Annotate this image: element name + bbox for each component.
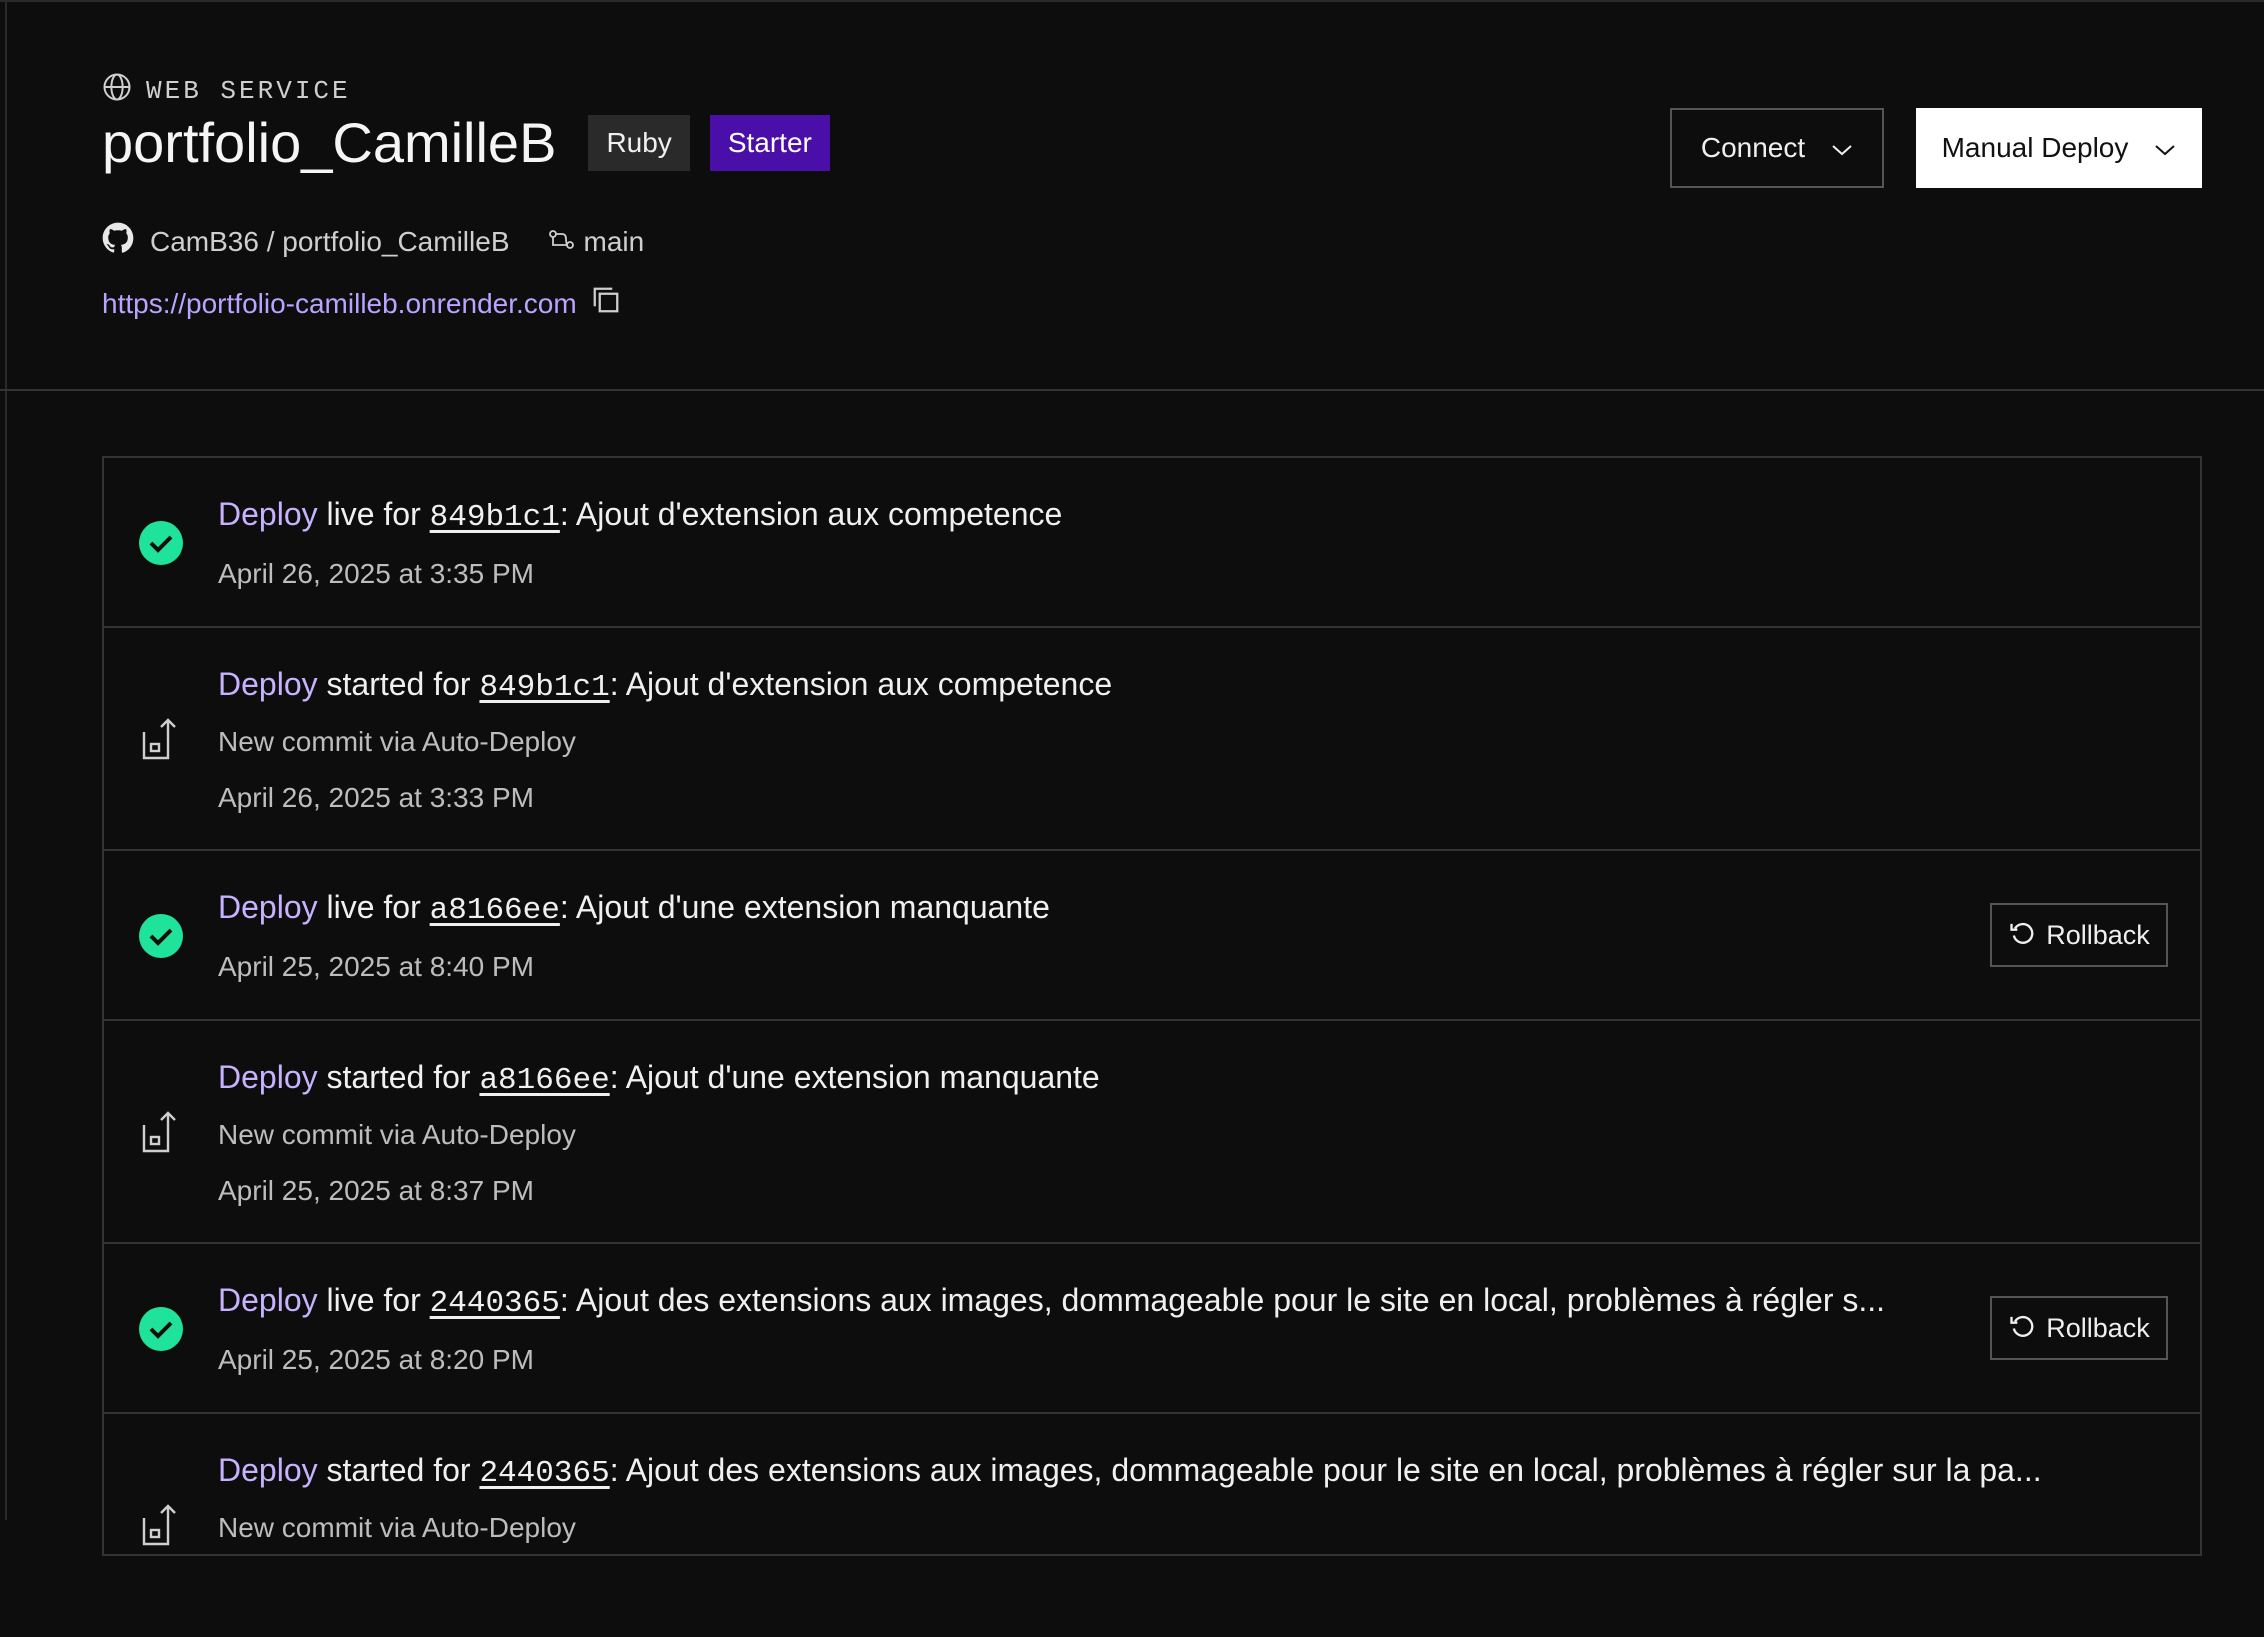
commit-link[interactable]: 2440365	[479, 1456, 609, 1491]
event-verb: started for	[317, 1059, 480, 1095]
service-type-label: WEB SERVICE	[146, 76, 351, 106]
commit-link[interactable]: a8166ee	[479, 1063, 609, 1098]
check-circle-icon	[138, 913, 184, 959]
event-row: Deploy started for a8166ee: Ajout d'une …	[104, 1021, 2200, 1244]
check-circle-icon	[138, 520, 184, 566]
manual-deploy-button[interactable]: Manual Deploy	[1916, 108, 2202, 188]
deploy-upload-icon	[138, 1502, 184, 1548]
repo-link[interactable]: CamB36 / portfolio_CamilleB	[150, 226, 510, 258]
event-verb: started for	[317, 666, 480, 702]
event-trigger: New commit via Auto-Deploy	[218, 726, 576, 757]
event-trigger: New commit via Auto-Deploy	[218, 1119, 576, 1150]
event-title: Deploy live for 849b1c1: Ajout d'extensi…	[218, 496, 1062, 535]
deploy-upload-icon	[138, 1109, 184, 1155]
rollback-button[interactable]: Rollback	[1990, 903, 2168, 967]
event-verb: live for	[317, 1282, 430, 1318]
connect-button-label: Connect	[1700, 132, 1806, 163]
event-row: Deploy live for 849b1c1: Ajout d'extensi…	[104, 458, 2200, 628]
deploy-upload-icon	[138, 716, 184, 762]
deploy-link[interactable]: Deploy	[218, 666, 318, 702]
event-title: Deploy live for a8166ee: Ajout d'une ext…	[218, 889, 1050, 928]
undo-icon	[2008, 1311, 2036, 1346]
rollback-button[interactable]: Rollback	[1990, 1296, 2168, 1360]
branch: main	[548, 225, 645, 258]
event-row: Deploy started for 849b1c1: Ajout d'exte…	[104, 628, 2200, 851]
event-row: Deploy live for 2440365: Ajout des exten…	[104, 1244, 2200, 1414]
commit-link[interactable]: 849b1c1	[430, 500, 560, 535]
event-date: April 25, 2025 at 8:20 PM	[218, 1344, 534, 1375]
event-trigger: New commit via Auto-Deploy	[218, 1512, 576, 1543]
event-verb: started for	[317, 1452, 480, 1488]
deploy-link[interactable]: Deploy	[218, 496, 318, 532]
rollback-label: Rollback	[2046, 919, 2150, 950]
events-list: Deploy live for 849b1c1: Ajout d'extensi…	[102, 456, 2202, 1556]
github-icon	[102, 222, 134, 261]
deploy-link[interactable]: Deploy	[218, 1059, 318, 1095]
check-circle-icon	[138, 1306, 184, 1352]
commit-link[interactable]: 2440365	[430, 1286, 560, 1321]
connect-button[interactable]: Connect	[1670, 108, 1884, 188]
event-title: Deploy started for a8166ee: Ajout d'une …	[218, 1059, 1100, 1098]
event-title: Deploy started for 849b1c1: Ajout d'exte…	[218, 666, 1112, 705]
service-url-link[interactable]: https://portfolio-camilleb.onrender.com	[102, 288, 577, 320]
service-type: WEB SERVICE	[102, 72, 351, 110]
globe-icon	[102, 72, 132, 110]
chevron-down-icon	[2154, 132, 2176, 164]
event-verb: live for	[317, 496, 430, 532]
commit-message: : Ajout d'une extension manquante	[609, 1059, 1100, 1095]
commit-link[interactable]: 849b1c1	[479, 670, 609, 705]
chevron-down-icon	[1831, 132, 1853, 164]
event-row: Deploy live for a8166ee: Ajout d'une ext…	[104, 851, 2200, 1021]
event-date: April 26, 2025 at 3:35 PM	[218, 558, 534, 589]
repo-row: CamB36 / portfolio_CamilleB main	[102, 222, 644, 261]
event-date: April 25, 2025 at 8:40 PM	[218, 951, 534, 982]
event-date: April 26, 2025 at 3:33 PM	[218, 782, 534, 813]
commit-message: : Ajout d'extension aux competence	[559, 496, 1063, 532]
plan-badge: Starter	[709, 114, 830, 171]
title-row: portfolio_CamilleB Ruby Starter	[102, 110, 830, 175]
commit-message: : Ajout des extensions aux images, domma…	[559, 1282, 1886, 1318]
event-verb: live for	[317, 889, 430, 925]
rollback-label: Rollback	[2046, 1312, 2150, 1343]
branch-icon	[548, 226, 576, 258]
runtime-badge: Ruby	[588, 114, 690, 171]
commit-link[interactable]: a8166ee	[430, 893, 560, 928]
event-row: Deploy started for 2440365: Ajout des ex…	[104, 1414, 2200, 1637]
deploy-link[interactable]: Deploy	[218, 1452, 318, 1488]
event-title: Deploy started for 2440365: Ajout des ex…	[218, 1452, 2042, 1491]
commit-message: : Ajout d'extension aux competence	[609, 666, 1113, 702]
undo-icon	[2008, 918, 2036, 953]
deploy-link[interactable]: Deploy	[218, 889, 318, 925]
manual-deploy-label: Manual Deploy	[1941, 132, 2129, 163]
deploy-link[interactable]: Deploy	[218, 1282, 318, 1318]
commit-message: : Ajout d'une extension manquante	[559, 889, 1050, 925]
event-title: Deploy live for 2440365: Ajout des exten…	[218, 1282, 1885, 1321]
url-row: https://portfolio-camilleb.onrender.com	[102, 285, 621, 322]
page-title: portfolio_CamilleB	[102, 111, 557, 174]
event-date: April 25, 2025 at 8:37 PM	[218, 1175, 534, 1206]
copy-icon[interactable]	[591, 285, 621, 322]
branch-label: main	[583, 225, 645, 257]
service-header: WEB SERVICE portfolio_CamilleB Ruby Star…	[0, 0, 2264, 391]
commit-message: : Ajout des extensions aux images, domma…	[609, 1452, 2042, 1488]
